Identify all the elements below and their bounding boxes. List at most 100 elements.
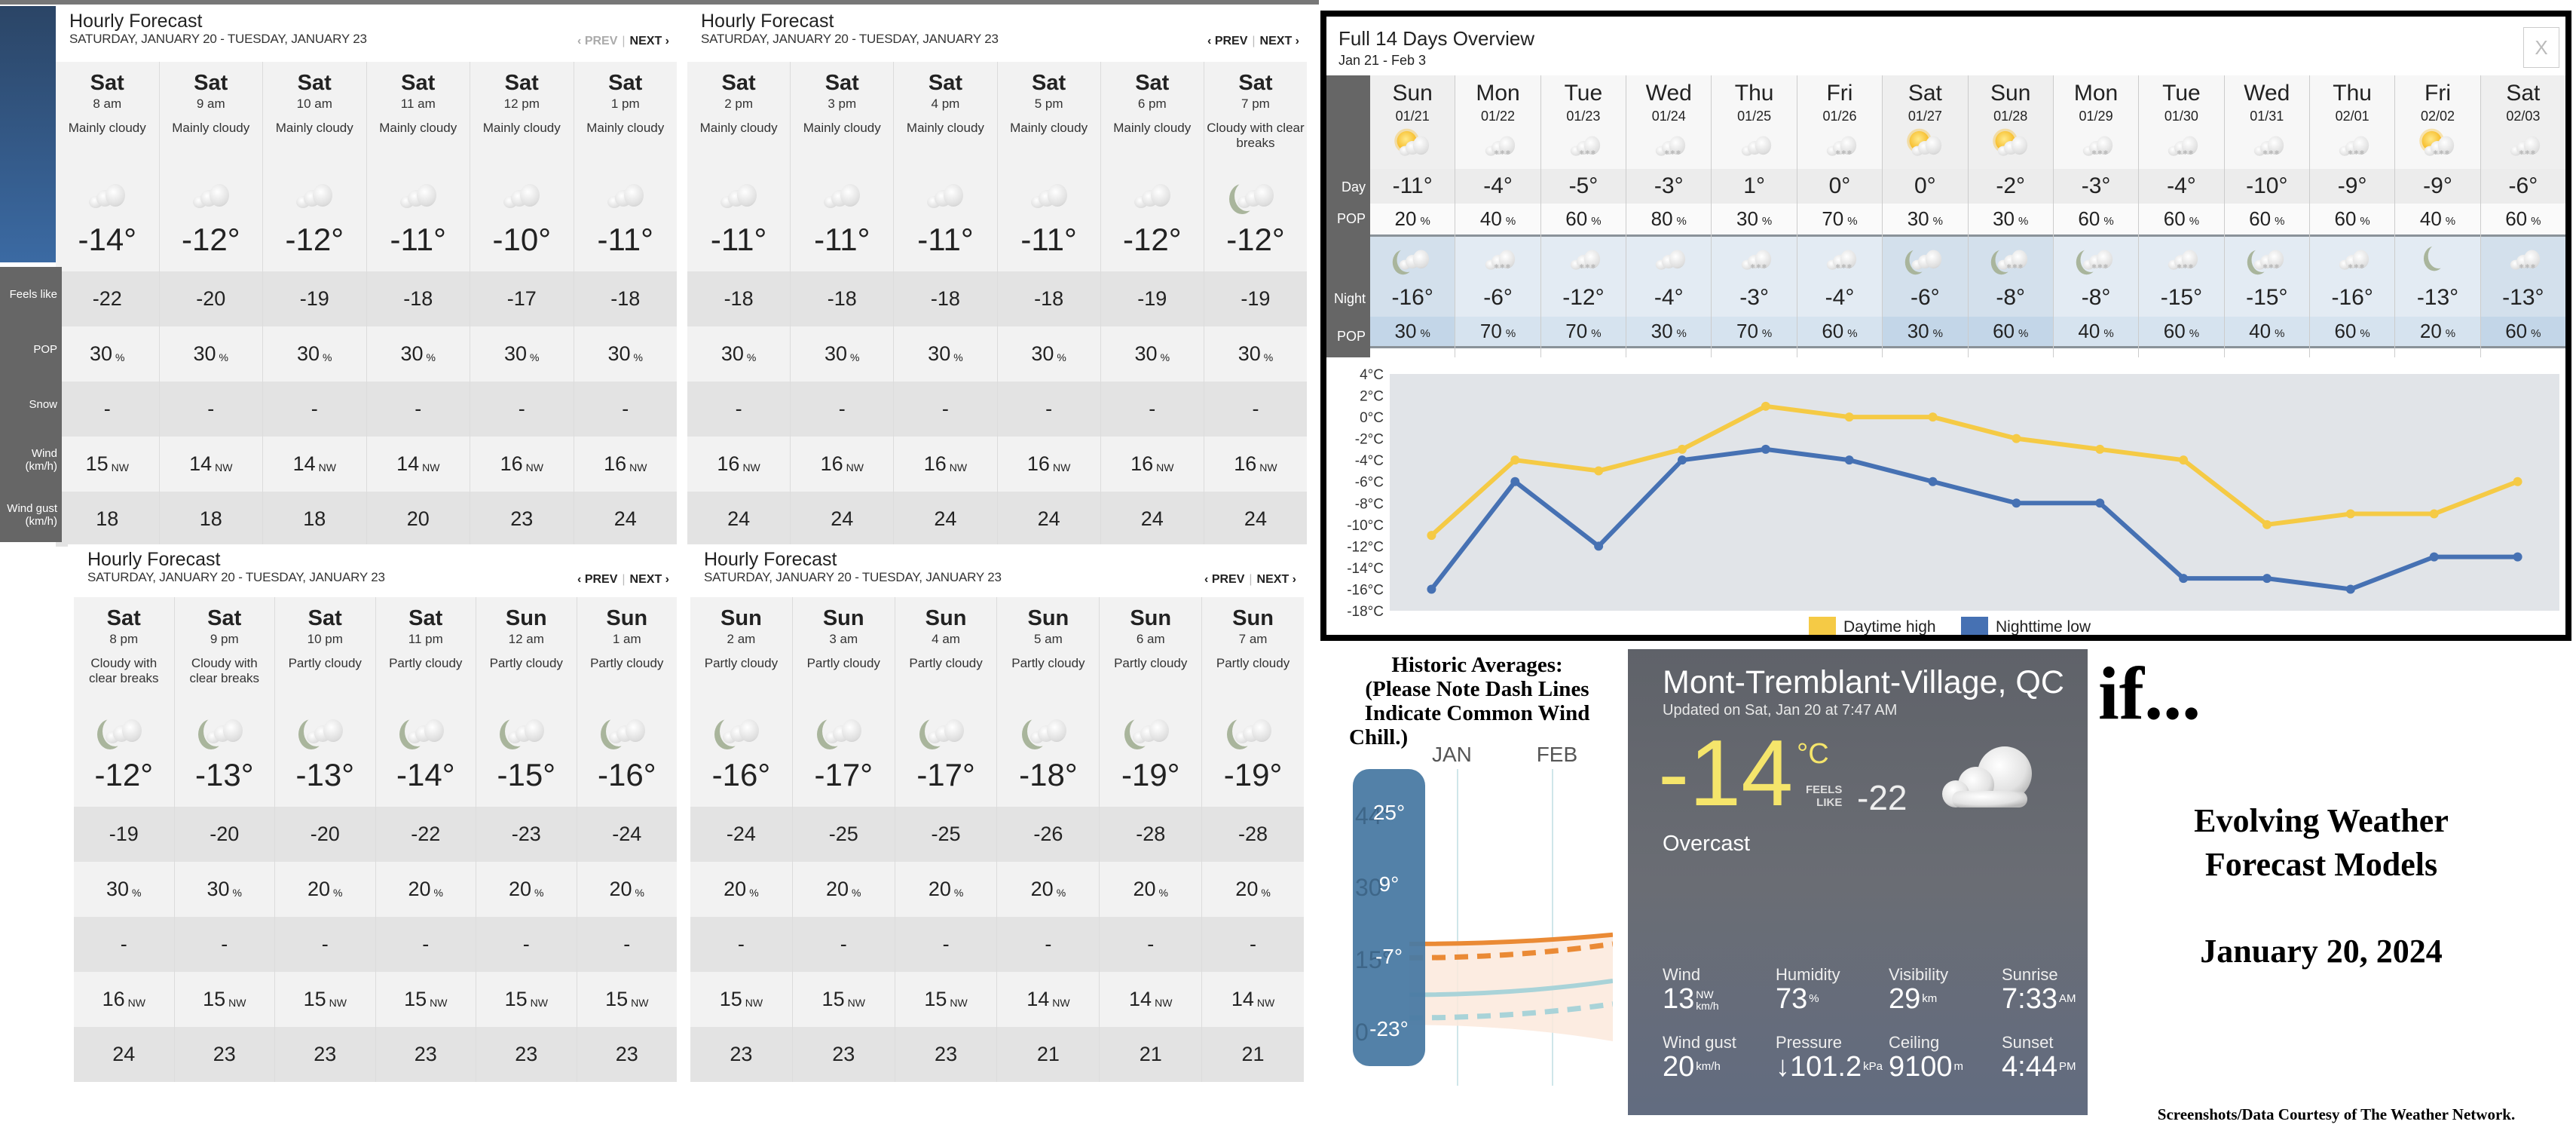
next-button[interactable]: NEXT › [1260, 35, 1299, 48]
night-pop: 30% [1370, 317, 1455, 348]
wind-direction: NW [631, 996, 649, 1009]
moon-cloud-icon [1130, 709, 1172, 746]
hour-condition: Partly cloudy [1216, 656, 1290, 670]
day-date: 02/02 [2420, 109, 2455, 124]
stat-label: Wind [1663, 965, 1701, 984]
hour-time: 2 am [727, 632, 756, 646]
pop-cell: 20% [792, 862, 895, 917]
feels-like-cell: -28 [1100, 807, 1202, 862]
stat-value: 13 [1663, 983, 1695, 1015]
hour-day: Sat [408, 606, 443, 630]
day-date: 01/22 [1481, 109, 1516, 124]
pop-unit: % [2275, 215, 2285, 228]
next-button[interactable]: NEXT › [630, 35, 669, 48]
stat-value: 7:33 [2002, 983, 2057, 1015]
feels-like-cell: -19 [263, 271, 366, 326]
hourly-forecast-panel-3: Hourly Forecast SATURDAY, JANUARY 20 - TU… [68, 544, 681, 1082]
hour-condition: Partly cloudy [590, 656, 664, 670]
hour-time: 3 pm [828, 97, 857, 111]
hour-condition: Cloudy with clear breaks [189, 656, 260, 685]
prev-button[interactable]: ‹ PREV [1207, 35, 1247, 48]
day-date: 01/28 [1993, 109, 2028, 124]
feels-like-cell: -17 [470, 271, 574, 326]
pop-unit: % [1761, 327, 1773, 340]
data-point [2345, 509, 2355, 519]
snow-value: - [941, 397, 949, 420]
wind-gust-value: 21 [1139, 1043, 1162, 1065]
night-pop-value: 40 [2249, 320, 2272, 342]
hour-column: Sat 3 pm Mainly cloudy -11° -18 30% - 16… [791, 62, 895, 547]
next-button[interactable]: NEXT › [630, 573, 669, 586]
day-temperature: -9° [2395, 169, 2480, 204]
snow-cell: - [1204, 382, 1308, 437]
stat-label: Pressure [1776, 1033, 1843, 1052]
day-header: Sat 01/27 [1883, 75, 1968, 169]
if-heading: if... [2098, 651, 2201, 735]
wind-speed: 15 [85, 452, 109, 475]
night-pop: 20% [2395, 317, 2480, 348]
day-pop: 70% [1797, 204, 1883, 237]
pop-cell: 30% [574, 326, 677, 382]
hour-day: Sat [608, 71, 643, 95]
day-pop-value: 30 [1736, 207, 1758, 230]
feels-like-cell: -24 [577, 807, 677, 862]
stat-value: 73 [1776, 983, 1808, 1015]
day-date: 01/24 [1651, 109, 1686, 124]
night-pop-value: 60 [2163, 320, 2186, 342]
wind-cell: 16 NW [470, 437, 574, 492]
pop-unit: % [2103, 327, 2114, 340]
feels-like-value: -25 [828, 823, 858, 845]
stat-label: Sunset [2002, 1033, 2054, 1052]
pop-value: 20 [724, 878, 747, 900]
wind-cell: 14 NW [366, 437, 470, 492]
next-button[interactable]: NEXT › [1257, 573, 1296, 586]
day-pop-value: 60 [2334, 207, 2357, 230]
overview-day-column: Tue 01/23 ❄❄❄ -5° 60% ❄❄❄ -12° 70% [1540, 75, 1627, 357]
hour-time: 1 pm [610, 97, 640, 111]
panel-date-range: SATURDAY, JANUARY 20 - TUESDAY, JANUARY … [69, 32, 367, 46]
pop-unit: % [749, 886, 759, 899]
wind-gust-value: 24 [727, 507, 751, 530]
panel-date-range: SATURDAY, JANUARY 20 - TUESDAY, JANUARY … [701, 32, 999, 46]
snow-cell: - [791, 382, 894, 437]
snow-value: - [1250, 933, 1257, 955]
night-section: -13° [2395, 237, 2480, 317]
overview-day-column: Tue 01/30 ❄❄❄ -4° 60% ❄❄❄ -15° 60% [2139, 75, 2225, 357]
day-temperature: -5° [1540, 169, 1626, 204]
snow-icon: ❄❄❄ [2337, 127, 2369, 161]
hour-condition: Partly cloudy [489, 656, 563, 670]
day-pop-value: 40 [1479, 207, 1502, 230]
legend-swatch [1961, 617, 1988, 635]
wind-gust-cell: 23 [577, 1027, 677, 1082]
night-temperature: -16° [2331, 285, 2373, 310]
wind-gust-cell: 24 [997, 492, 1100, 547]
night-pop: 40% [2053, 317, 2139, 348]
pop-value: 20 [609, 878, 632, 900]
night-section: ❄❄❄ -4° [1797, 237, 1883, 317]
feels-like-value: -24 [612, 823, 642, 845]
stat-unit: km/h [1696, 1060, 1721, 1073]
feels-like-cell: -24 [690, 807, 792, 862]
hour-day: Sat [825, 71, 859, 95]
hour-column: Sun 4 am Partly cloudy -17° -25 20% - 15… [895, 597, 998, 1082]
day-of-week: Mon [2073, 81, 2119, 106]
day-temperature: -4° [2139, 169, 2224, 204]
hour-temperature: -14° [78, 222, 137, 257]
prev-button[interactable]: ‹ PREV [577, 35, 617, 48]
night-pop: 60% [1968, 317, 2053, 348]
close-button[interactable]: X [2523, 27, 2559, 68]
feels-like-value: -22 [411, 823, 441, 845]
data-point [1844, 412, 1854, 422]
top-bar [0, 0, 1319, 5]
night-temperature: -6° [1483, 285, 1513, 310]
wind-direction: NW [318, 461, 336, 473]
prev-button[interactable]: ‹ PREV [1204, 573, 1244, 586]
cloud-icon [397, 173, 439, 211]
wind-gust-value: 24 [1244, 507, 1267, 530]
day-date: 01/26 [1822, 109, 1857, 124]
hour-condition: Mainly cloudy [172, 121, 250, 135]
night-pop-value: 70 [1479, 320, 1502, 342]
data-point [2429, 509, 2439, 519]
stat-unit: PM [2058, 1060, 2076, 1073]
prev-button[interactable]: ‹ PREV [577, 573, 617, 586]
